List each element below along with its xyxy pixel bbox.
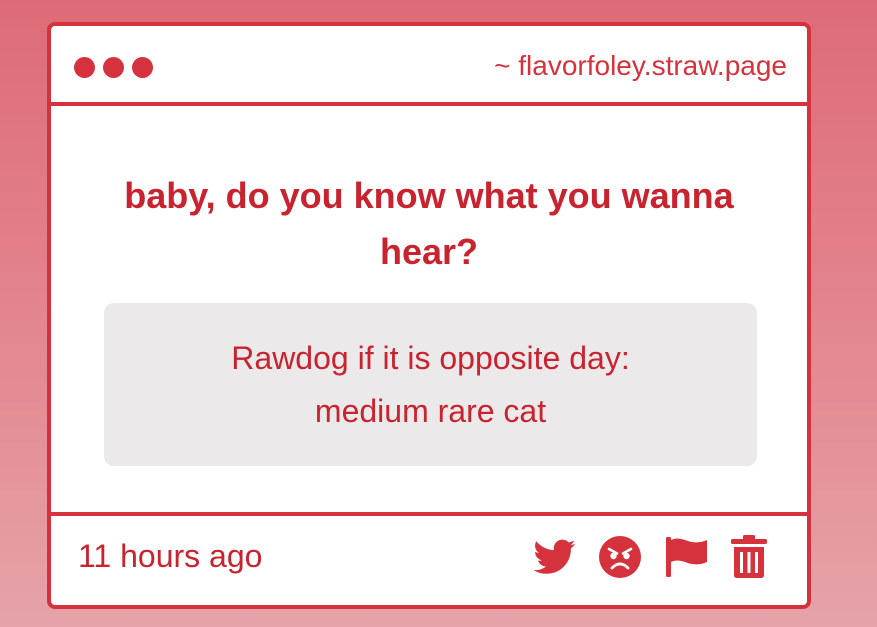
site-url[interactable]: ~ flavorfoley.straw.page (494, 48, 787, 84)
answer-line-2: medium rare cat (314, 392, 547, 429)
question-line-1: baby, do you know what you wanna (124, 175, 734, 216)
window-titlebar: ~ flavorfoley.straw.page (51, 26, 807, 106)
question-line-2: hear? (379, 231, 479, 272)
twitter-share-button[interactable] (534, 539, 576, 575)
answer-box: Rawdog if it is opposite day: medium rar… (104, 303, 757, 466)
react-angry-button[interactable] (598, 535, 642, 579)
angry-face-icon (599, 536, 641, 578)
window-controls (74, 57, 153, 78)
post-footer: 11 hours ago (51, 512, 807, 605)
answer-line-1: Rawdog if it is opposite day: (231, 339, 630, 376)
window-dot-1 (74, 57, 95, 78)
flag-icon (666, 537, 707, 577)
timestamp: 11 hours ago (78, 538, 263, 574)
window-dot-2 (103, 57, 124, 78)
window-dot-3 (132, 57, 153, 78)
twitter-icon (534, 539, 576, 574)
question-text: baby, do you know what you wanna hear? (91, 168, 767, 280)
report-button[interactable] (664, 535, 708, 579)
post-card: ~ flavorfoley.straw.page baby, do you kn… (47, 22, 811, 609)
action-bar (534, 535, 768, 579)
delete-button[interactable] (730, 535, 768, 579)
trash-icon (731, 535, 767, 578)
